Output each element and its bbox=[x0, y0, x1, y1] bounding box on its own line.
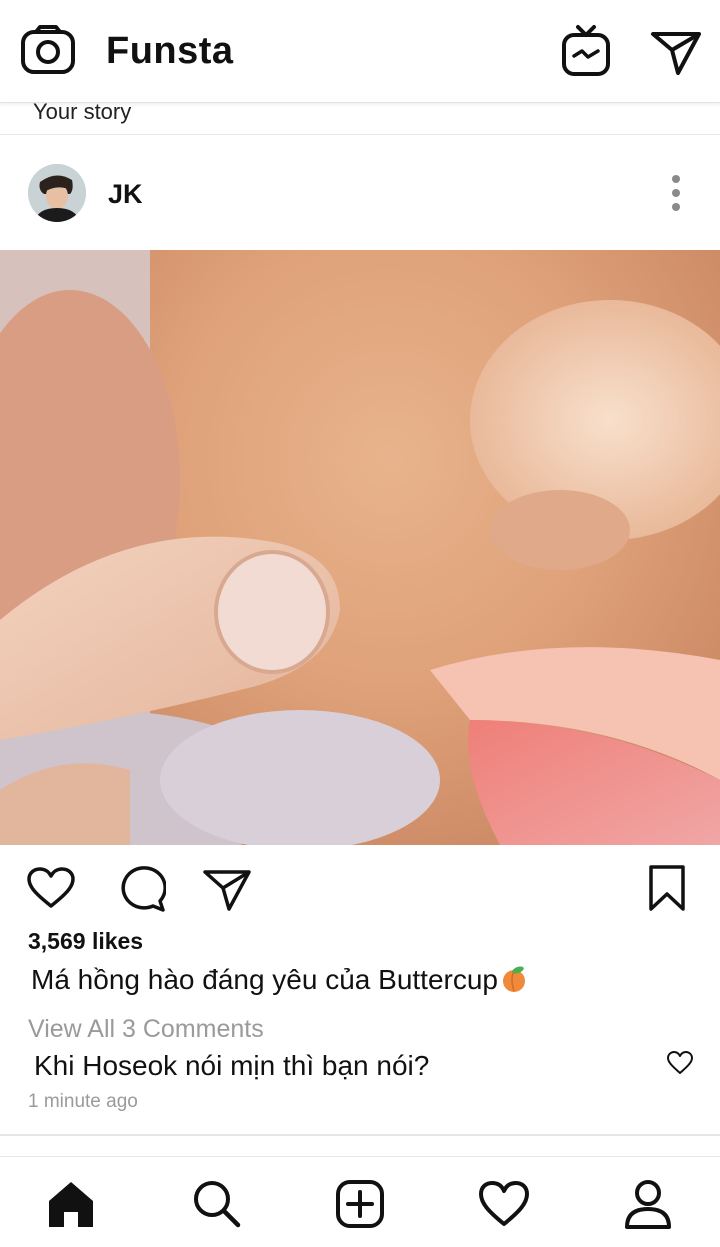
caption-text: Má hồng hào đáng yêu của Buttercup bbox=[31, 964, 499, 995]
camera-icon[interactable] bbox=[20, 24, 76, 76]
comment-text: Khi Hoseok nói mịn thì bạn nói? bbox=[34, 1050, 430, 1081]
post-timestamp: 1 minute ago bbox=[28, 1091, 138, 1112]
heart-icon[interactable] bbox=[26, 866, 76, 910]
post-caption: Má hồng hào đáng yêu của Buttercup bbox=[31, 964, 528, 1000]
share-icon[interactable] bbox=[202, 868, 252, 912]
top-bar: Funsta bbox=[0, 0, 720, 103]
avatar[interactable] bbox=[28, 164, 86, 222]
profile-icon[interactable] bbox=[622, 1179, 674, 1229]
feed-divider bbox=[0, 1134, 720, 1136]
home-icon[interactable] bbox=[45, 1179, 97, 1229]
search-icon[interactable] bbox=[190, 1179, 242, 1229]
peach-emoji bbox=[500, 965, 528, 1000]
app-title: Funsta bbox=[106, 30, 234, 72]
more-options-icon[interactable] bbox=[664, 173, 688, 213]
post-actions bbox=[0, 846, 720, 936]
add-post-icon[interactable] bbox=[334, 1179, 386, 1229]
post-username[interactable]: JK bbox=[108, 179, 143, 210]
likes-count[interactable]: 3,569 likes bbox=[28, 928, 143, 955]
view-comments-link[interactable]: View All 3 Comments bbox=[28, 1015, 264, 1044]
comment-icon[interactable] bbox=[116, 865, 166, 913]
direct-send-icon[interactable] bbox=[650, 28, 702, 76]
activity-heart-icon[interactable] bbox=[478, 1179, 530, 1229]
comment-like-icon[interactable] bbox=[666, 1050, 694, 1076]
story-strip: Your story bbox=[0, 102, 720, 135]
post-header: JK bbox=[0, 135, 720, 250]
post-photo[interactable] bbox=[0, 250, 720, 845]
igtv-icon[interactable] bbox=[560, 24, 612, 78]
bottom-nav bbox=[0, 1156, 720, 1247]
bookmark-icon[interactable] bbox=[648, 864, 686, 912]
your-story-label[interactable]: Your story bbox=[33, 102, 131, 125]
